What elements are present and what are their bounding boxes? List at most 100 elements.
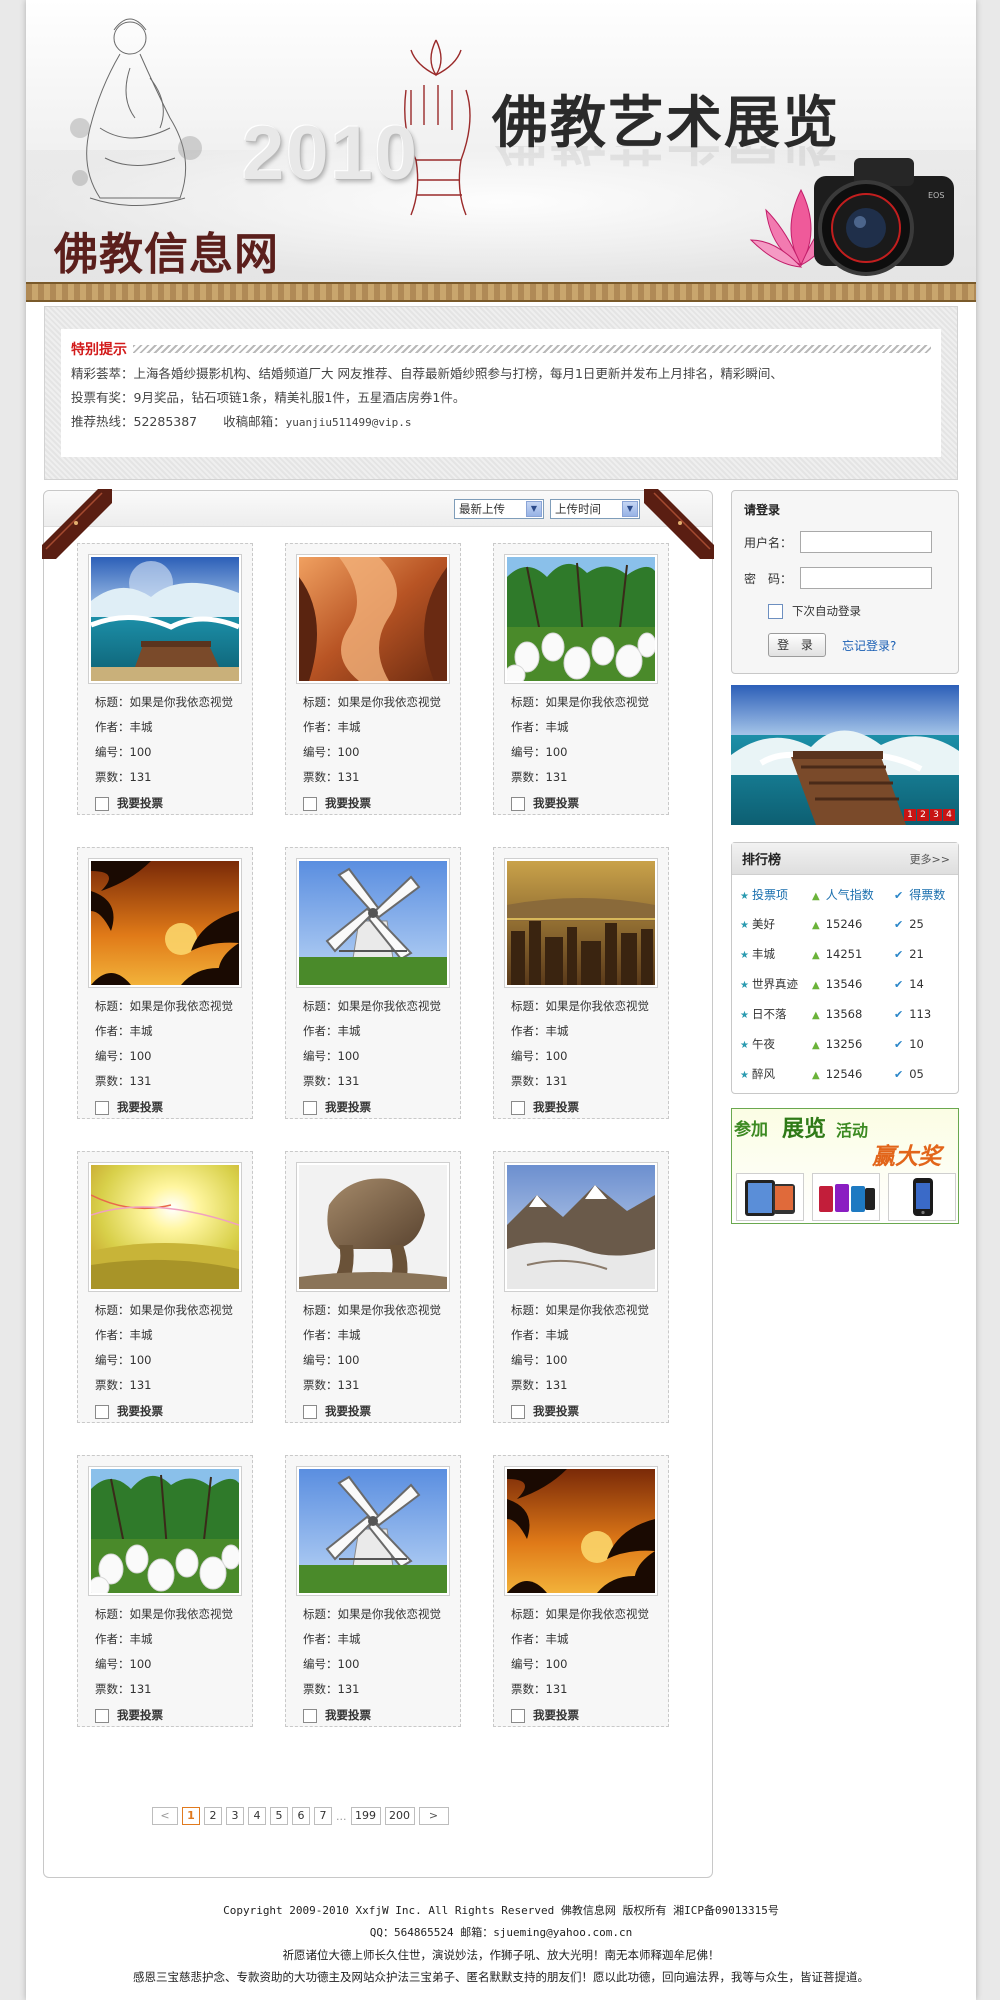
vote-checkbox[interactable] [511, 1404, 525, 1419]
pager-page-7[interactable]: 7 [314, 1807, 332, 1825]
ranking-header-popularity: 人气指数 [825, 887, 874, 902]
vote-checkbox[interactable] [511, 796, 525, 811]
pager-next-button[interactable]: > [418, 1807, 449, 1825]
pager-page-4[interactable]: 4 [248, 1807, 266, 1825]
card-number-value: 100 [129, 745, 152, 759]
vote-checkbox[interactable] [303, 1708, 317, 1723]
card-number-value: 100 [337, 1049, 360, 1063]
notice-box: 特别提示 精彩荟萃：上海各婚纱摄影机构、结婚频道厂大 网友推荐、自荐最新婚纱照参… [61, 329, 941, 457]
pager-page-199[interactable]: 199 [350, 1807, 381, 1825]
pager-page-1[interactable]: 1 [182, 1807, 200, 1825]
pager-prev-button[interactable]: < [152, 1807, 178, 1825]
ranking-row[interactable]: ★ 丰城 ▲ 14251 ✔ 21 [732, 939, 958, 969]
pager-page-6[interactable]: 6 [292, 1807, 310, 1825]
vote-checkbox[interactable] [95, 796, 109, 811]
vote-option[interactable]: 我要投票 [511, 1095, 649, 1120]
photo-thumbnail[interactable] [296, 858, 450, 988]
vote-option[interactable]: 我要投票 [511, 1399, 649, 1424]
photo-thumbnail[interactable] [88, 554, 242, 684]
photo-thumbnail[interactable] [88, 1466, 242, 1596]
ranking-row[interactable]: ★ 美好 ▲ 15246 ✔ 25 [732, 909, 958, 939]
photo-thumbnail[interactable] [88, 858, 242, 988]
slideshow-indicator-1[interactable]: 1 [904, 809, 916, 821]
vote-option[interactable]: 我要投票 [95, 791, 233, 816]
vote-checkbox[interactable] [95, 1708, 109, 1723]
photo-thumbnail[interactable] [296, 554, 450, 684]
card-votes: 票数：131 [95, 1677, 233, 1702]
photo-thumbnail[interactable] [296, 1162, 450, 1292]
card-title: 标题：如果是你我依恋视觉 [303, 994, 441, 1019]
photo-thumbnail[interactable] [504, 1162, 658, 1292]
photo-thumbnail[interactable] [88, 1162, 242, 1292]
ranking-item-name[interactable]: 美好 [752, 917, 775, 931]
vote-option[interactable]: 我要投票 [511, 791, 649, 816]
card-votes-value: 131 [337, 1682, 360, 1696]
vote-option[interactable]: 我要投票 [303, 1703, 441, 1728]
forgot-login-link[interactable]: 忘记登录? [842, 637, 896, 654]
vote-option[interactable]: 我要投票 [95, 1399, 233, 1424]
slideshow-indicator-4[interactable]: 4 [943, 809, 955, 821]
login-button[interactable]: 登 录 [768, 633, 826, 657]
vote-option[interactable]: 我要投票 [95, 1703, 233, 1728]
photo-thumbnail[interactable] [504, 554, 658, 684]
vote-option[interactable]: 我要投票 [511, 1703, 649, 1728]
ranking-item-name[interactable]: 世界真迹 [752, 977, 798, 991]
sort-order-select[interactable]: 最新上传 ▼ [454, 499, 544, 519]
check-icon: ✔ [894, 918, 904, 931]
dropdown-arrow-icon[interactable]: ▼ [622, 501, 638, 517]
ranking-item-name[interactable]: 午夜 [752, 1037, 775, 1051]
username-input[interactable] [800, 531, 932, 553]
slideshow-indicator-2[interactable]: 2 [917, 809, 929, 821]
ranking-row[interactable]: ★ 醉风 ▲ 12546 ✔ 05 [732, 1059, 958, 1089]
card-author: 作者：丰城 [511, 1323, 649, 1348]
promo-banner[interactable]: 参加 展览 活动 赢大奖 [731, 1108, 959, 1224]
pager-page-3[interactable]: 3 [226, 1807, 244, 1825]
ranking-item-name[interactable]: 日不落 [752, 1007, 787, 1021]
vote-checkbox[interactable] [511, 1708, 525, 1723]
photo-image [91, 1469, 239, 1593]
photo-thumbnail[interactable] [296, 1466, 450, 1596]
vote-checkbox[interactable] [303, 1404, 317, 1419]
pager-page-200[interactable]: 200 [384, 1807, 415, 1825]
vote-checkbox[interactable] [95, 1404, 109, 1419]
notice-divider [133, 345, 931, 353]
vote-checkbox[interactable] [303, 1100, 317, 1115]
ranking-more-link[interactable]: 更多>> [910, 851, 950, 867]
card-votes-label: 票数： [95, 1074, 130, 1088]
vote-checkbox[interactable] [511, 1100, 525, 1115]
password-label: 密 码： [744, 571, 793, 586]
vote-checkbox[interactable] [303, 796, 317, 811]
card-votes: 票数：131 [303, 765, 441, 790]
slideshow-indicator-3[interactable]: 3 [930, 809, 942, 821]
star-icon: ★ [740, 1070, 749, 1081]
remember-checkbox[interactable] [768, 603, 783, 619]
card-title: 标题：如果是你我依恋视觉 [95, 994, 233, 1019]
thumbs-up-icon: ▲ [812, 1070, 820, 1081]
dropdown-arrow-icon[interactable]: ▼ [526, 501, 542, 517]
card-number-value: 100 [337, 1657, 360, 1671]
site-logo-name[interactable]: 佛教信息网 [54, 218, 279, 282]
featured-slideshow[interactable]: 1234 [731, 685, 959, 825]
ranking-row[interactable]: ★ 世界真迹 ▲ 13546 ✔ 14 [732, 969, 958, 999]
vote-label: 我要投票 [325, 1404, 371, 1418]
photo-thumbnail[interactable] [504, 858, 658, 988]
vote-option[interactable]: 我要投票 [303, 1399, 441, 1424]
ranking-row[interactable]: ★ 日不落 ▲ 13568 ✔ 113 [732, 999, 958, 1029]
email-value[interactable]: yuanjiu511499@vip.s [286, 416, 412, 429]
vote-option[interactable]: 我要投票 [95, 1095, 233, 1120]
card-author-label: 作者： [95, 1024, 130, 1038]
card-title-value: 如果是你我依恋视觉 [129, 695, 234, 709]
sort-time-select[interactable]: 上传时间 ▼ [550, 499, 640, 519]
ranking-row[interactable]: ★ 午夜 ▲ 13256 ✔ 10 [732, 1029, 958, 1059]
ranking-item-name[interactable]: 丰城 [752, 947, 775, 961]
pager-page-5[interactable]: 5 [270, 1807, 288, 1825]
vote-checkbox[interactable] [95, 1100, 109, 1115]
card-title-label: 标题： [303, 695, 338, 709]
photo-thumbnail[interactable] [504, 1466, 658, 1596]
pager-page-2[interactable]: 2 [204, 1807, 222, 1825]
vote-option[interactable]: 我要投票 [303, 791, 441, 816]
card-votes: 票数：131 [303, 1069, 441, 1094]
password-input[interactable] [800, 567, 932, 589]
vote-option[interactable]: 我要投票 [303, 1095, 441, 1120]
ranking-item-name[interactable]: 醉风 [752, 1067, 775, 1081]
